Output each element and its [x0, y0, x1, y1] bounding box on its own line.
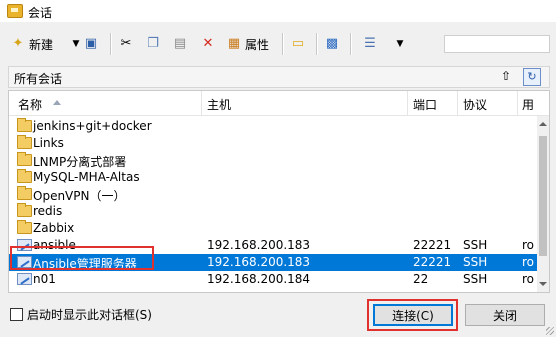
folder-icon: ▭: [291, 36, 305, 51]
item-name: Links: [33, 136, 64, 150]
properties-icon: ▦: [227, 36, 241, 51]
item-port: 22221: [413, 255, 452, 269]
column-divider[interactable]: [457, 91, 458, 115]
column-header: 名称 主机 端口 协议 用: [9, 91, 549, 116]
item-port: 22: [413, 272, 429, 286]
up-folder-icon[interactable]: ⇧: [498, 69, 514, 84]
new-dropdown-button[interactable]: ▼: [68, 32, 84, 56]
toolbar-separator: [316, 33, 317, 55]
close-button[interactable]: 关闭: [465, 304, 545, 326]
list-item[interactable]: LNMP分离式部署: [9, 152, 537, 169]
item-name: jenkins+git+docker: [33, 119, 152, 133]
list-item[interactable]: redis: [9, 203, 537, 220]
desktop-shortcut-button[interactable]: ▩: [324, 32, 340, 56]
folder-icon: [17, 186, 32, 200]
item-host: 192.168.200.183: [207, 238, 311, 252]
folder-icon: [17, 203, 32, 217]
folder-icon: [17, 118, 32, 132]
list-item[interactable]: n01 192.168.200.184 22 SSH ro: [9, 271, 537, 288]
folder-icon: [17, 152, 32, 166]
properties-button[interactable]: ▦ 属性: [226, 32, 269, 56]
item-name: LNMP分离式部署: [33, 155, 127, 169]
title-bar: 会话: [0, 0, 556, 22]
highlight-box-connect: [367, 299, 458, 331]
copy-button[interactable]: ❐: [145, 32, 161, 56]
column-name[interactable]: 名称: [18, 96, 42, 113]
shortcut-icon: ▩: [325, 36, 339, 51]
sort-ascending-icon: [53, 100, 61, 105]
item-name: redis: [33, 204, 63, 218]
view-button[interactable]: ☰: [362, 32, 378, 56]
properties-button-label: 属性: [245, 37, 270, 52]
column-divider[interactable]: [407, 91, 408, 115]
column-user[interactable]: 用: [522, 96, 534, 113]
column-divider[interactable]: [517, 91, 518, 115]
item-name: MySQL-MHA-Altas: [33, 170, 140, 184]
new-session-icon: ✦: [12, 36, 24, 51]
checkbox-box[interactable]: [10, 308, 23, 321]
column-port[interactable]: 端口: [413, 96, 437, 113]
list-item[interactable]: Links: [9, 135, 537, 152]
cut-button[interactable]: ✂: [118, 32, 134, 56]
scroll-up-icon[interactable]: [539, 122, 547, 126]
paste-button[interactable]: ▤: [172, 32, 188, 56]
item-user: ro: [522, 238, 535, 252]
new-folder-button[interactable]: ▭: [290, 32, 306, 56]
copy-icon: ❐: [147, 36, 159, 51]
item-host: 192.168.200.184: [207, 272, 311, 286]
new-button-label: 新建: [29, 37, 54, 52]
scroll-thumb[interactable]: [539, 136, 547, 256]
item-protocol: SSH: [463, 255, 488, 269]
toolbar: ✦ 新建 ▼ ▣ ✂ ❐ ▤ ✕ ▦ 属性 ▭ ▩ ☰ ▼: [0, 26, 556, 62]
folder-icon: [17, 169, 32, 183]
window-title: 会话: [28, 6, 53, 20]
view-list-icon: ☰: [364, 36, 376, 51]
delete-icon: ✕: [202, 36, 214, 51]
item-protocol: SSH: [463, 238, 488, 252]
toolbar-separator: [110, 33, 111, 55]
column-host[interactable]: 主机: [207, 96, 231, 113]
item-user: ro: [522, 272, 535, 286]
toolbar-separator: [282, 33, 283, 55]
open-session-button[interactable]: ▣: [83, 32, 99, 56]
path-bar: 所有会话 ⇧ ↻: [8, 66, 550, 88]
list-item[interactable]: OpenVPN（一）: [9, 186, 537, 203]
item-host: 192.168.200.183: [207, 255, 311, 269]
highlight-box-session: [10, 246, 154, 270]
cut-icon: ✂: [120, 36, 132, 51]
show-on-startup-checkbox[interactable]: 启动时显示此对话框(S): [10, 306, 152, 323]
search-input[interactable]: [444, 35, 550, 53]
scroll-down-icon[interactable]: [539, 282, 547, 286]
show-on-startup-label: 启动时显示此对话框(S): [27, 308, 152, 322]
folder-icon: [17, 220, 32, 234]
refresh-icon[interactable]: ↻: [523, 68, 541, 86]
item-protocol: SSH: [463, 272, 488, 286]
sessions-window-icon: [7, 4, 23, 18]
list-item[interactable]: Zabbix: [9, 220, 537, 237]
chevron-down-icon: ▼: [396, 39, 404, 49]
item-user: ro: [522, 255, 535, 269]
connect-icon: ▣: [84, 36, 98, 51]
item-name: Zabbix: [33, 221, 75, 235]
folder-icon: [17, 135, 32, 149]
delete-button[interactable]: ✕: [200, 32, 216, 56]
chevron-down-icon: ▼: [72, 39, 80, 49]
item-port: 22221: [413, 238, 452, 252]
session-icon: [17, 273, 32, 285]
column-divider[interactable]: [201, 91, 202, 115]
vertical-scrollbar[interactable]: [537, 116, 549, 292]
list-item[interactable]: jenkins+git+docker: [9, 118, 537, 135]
list-item[interactable]: MySQL-MHA-Altas: [9, 169, 537, 186]
view-dropdown-button[interactable]: ▼: [392, 32, 408, 56]
paste-icon: ▤: [173, 36, 187, 51]
current-folder-label: 所有会话: [14, 72, 63, 86]
column-protocol[interactable]: 协议: [463, 96, 487, 113]
resize-grip[interactable]: [546, 327, 554, 335]
item-name: OpenVPN（一）: [33, 189, 126, 203]
new-button[interactable]: ✦ 新建: [10, 32, 53, 56]
item-name: n01: [33, 272, 56, 286]
toolbar-separator: [350, 33, 351, 55]
